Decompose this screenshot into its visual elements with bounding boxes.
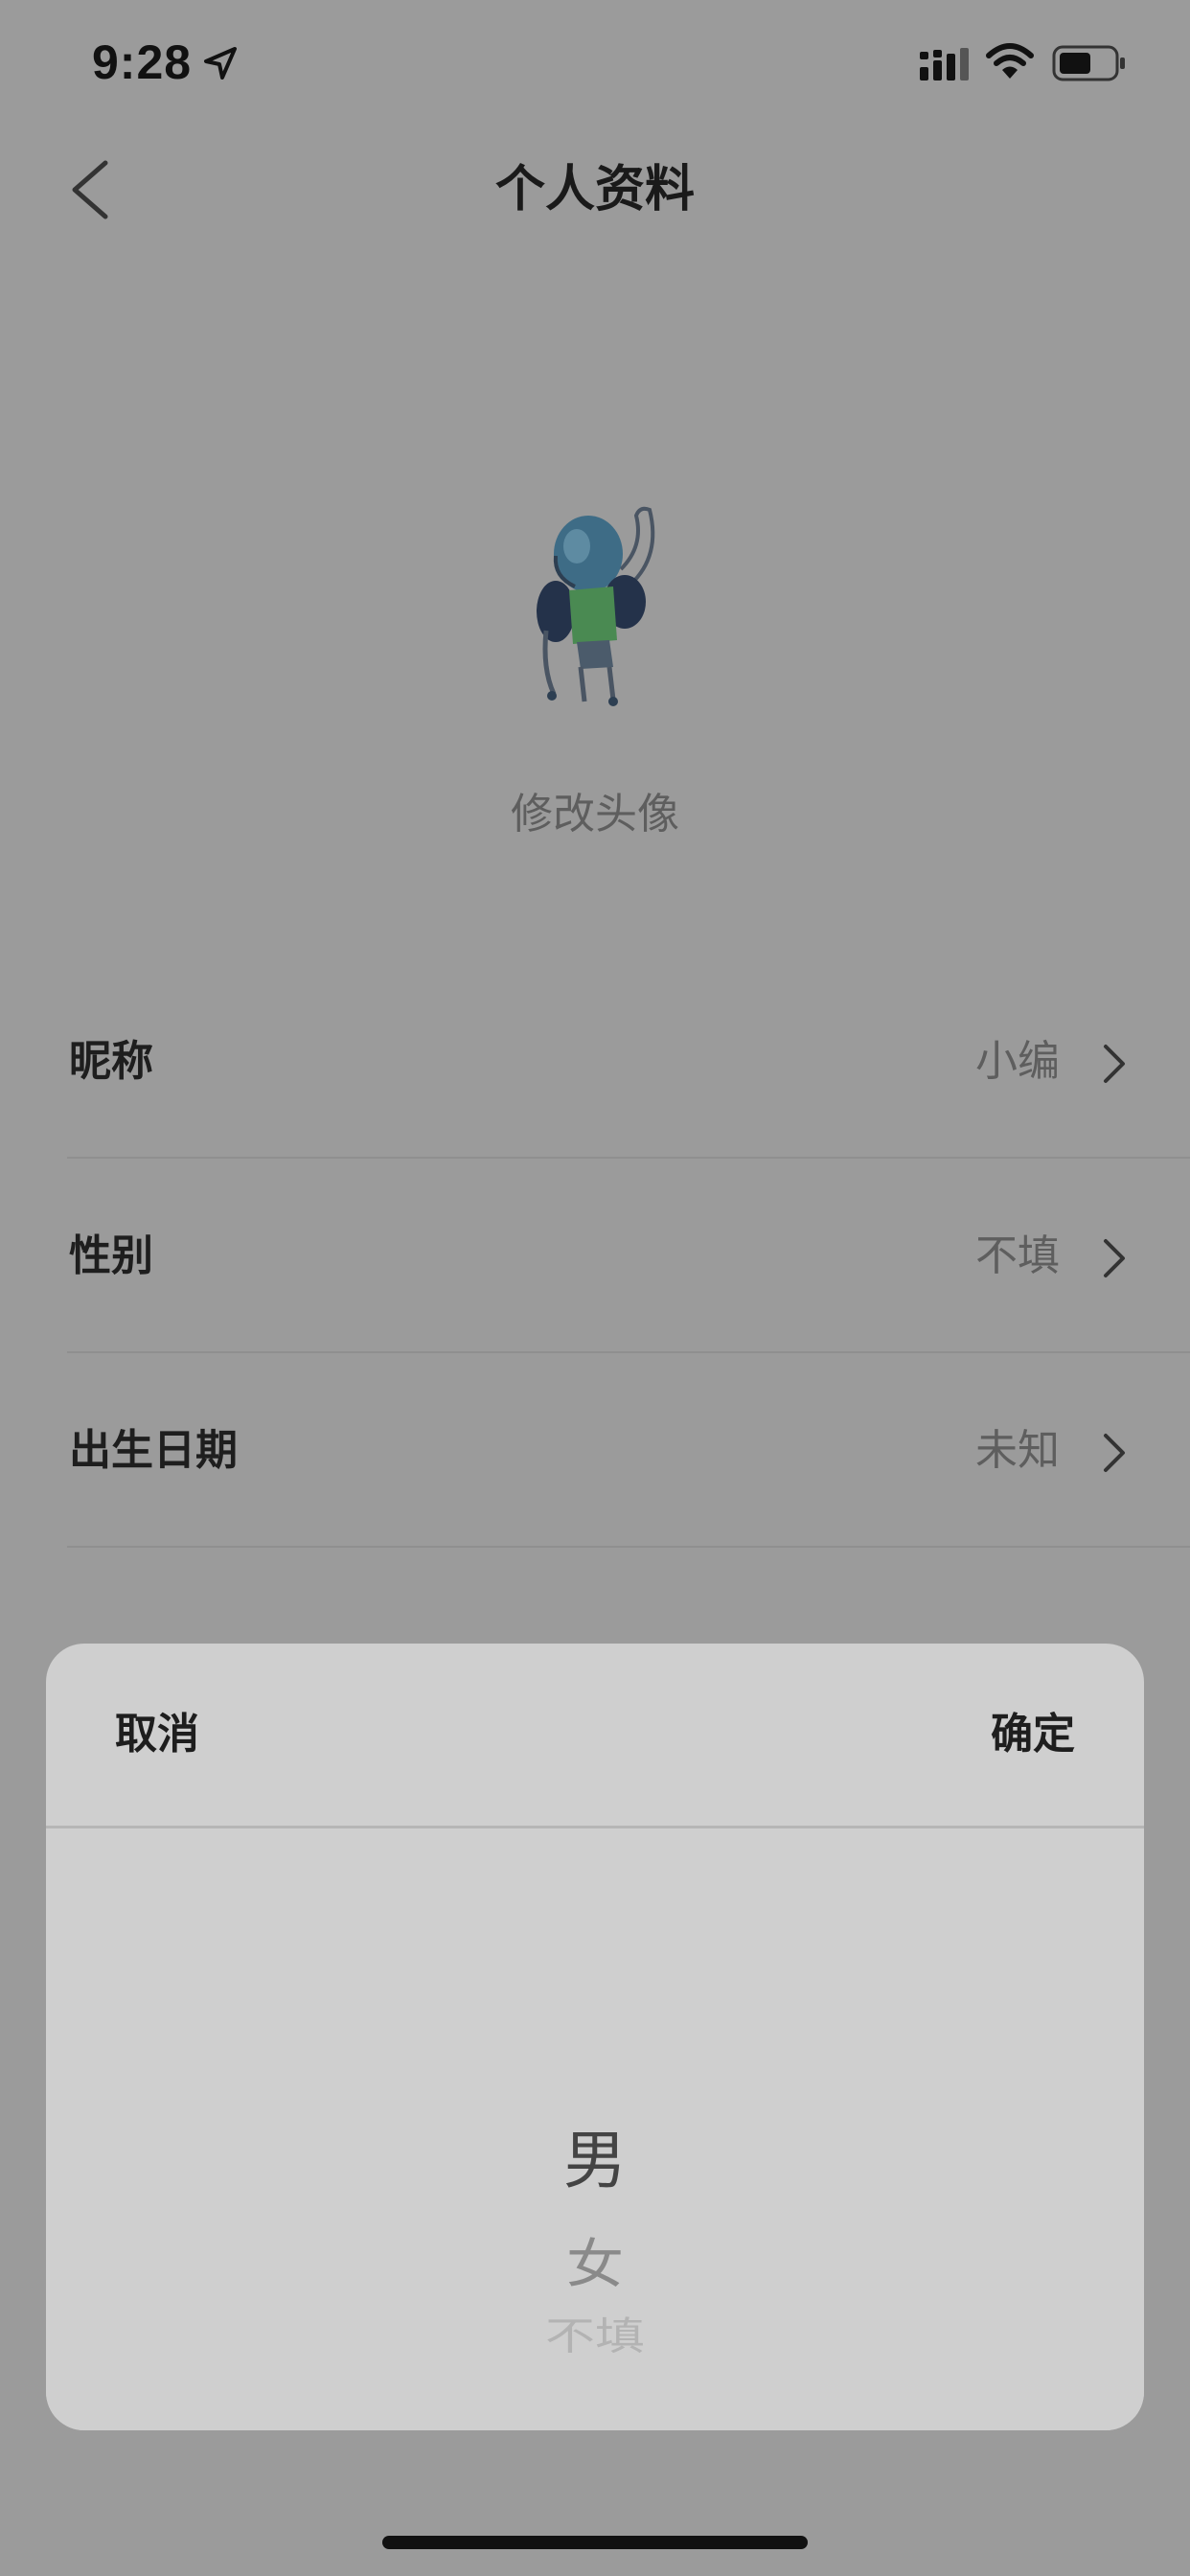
row-label: 性别 bbox=[69, 1231, 153, 1280]
row-value: 未知 bbox=[975, 1426, 1060, 1475]
settings-row-nickname[interactable]: 昵称 小编 bbox=[0, 964, 1190, 1159]
location-arrow-icon bbox=[204, 47, 237, 80]
battery-icon bbox=[1052, 45, 1125, 81]
status-bar: 9:28 bbox=[0, 0, 1190, 125]
picker-toolbar: 取消 确定 bbox=[46, 1644, 1144, 1828]
gender-picker-sheet: 取消 确定 男 女 不填 bbox=[46, 1644, 1144, 2430]
picker-option[interactable]: 女 bbox=[46, 2225, 1144, 2305]
chevron-right-icon bbox=[1104, 1045, 1125, 1083]
row-value: 不填 bbox=[975, 1231, 1060, 1280]
status-time: 9:28 bbox=[92, 35, 193, 89]
wifi-icon bbox=[986, 43, 1034, 79]
chevron-right-icon bbox=[1104, 1434, 1125, 1472]
picker-option-selected[interactable]: 男 bbox=[46, 2118, 1144, 2204]
confirm-button[interactable]: 确定 bbox=[991, 1644, 1075, 1826]
row-label: 昵称 bbox=[69, 1037, 153, 1086]
change-avatar-label[interactable]: 修改头像 bbox=[0, 784, 1190, 845]
page-title: 个人资料 bbox=[494, 161, 695, 218]
screen: 9:28 个人资料 修改头像 昵称 小编 性别 不填 出生日期 未知 取消 确定… bbox=[0, 0, 1190, 2576]
row-label: 出生日期 bbox=[69, 1426, 238, 1475]
picker-fade bbox=[46, 2354, 1144, 2430]
row-value: 小编 bbox=[975, 1037, 1060, 1086]
avatar[interactable] bbox=[517, 498, 680, 719]
picker-wheel[interactable]: 男 女 不填 bbox=[46, 1828, 1144, 2430]
cancel-button[interactable]: 取消 bbox=[115, 1644, 199, 1826]
home-indicator[interactable] bbox=[382, 2536, 808, 2549]
settings-row-gender[interactable]: 性别 不填 bbox=[0, 1159, 1190, 1353]
cellular-signal-icon bbox=[920, 48, 969, 80]
chevron-right-icon bbox=[1104, 1239, 1125, 1277]
profile-settings-list: 昵称 小编 性别 不填 出生日期 未知 bbox=[0, 964, 1190, 1548]
settings-row-birthdate[interactable]: 出生日期 未知 bbox=[0, 1353, 1190, 1548]
